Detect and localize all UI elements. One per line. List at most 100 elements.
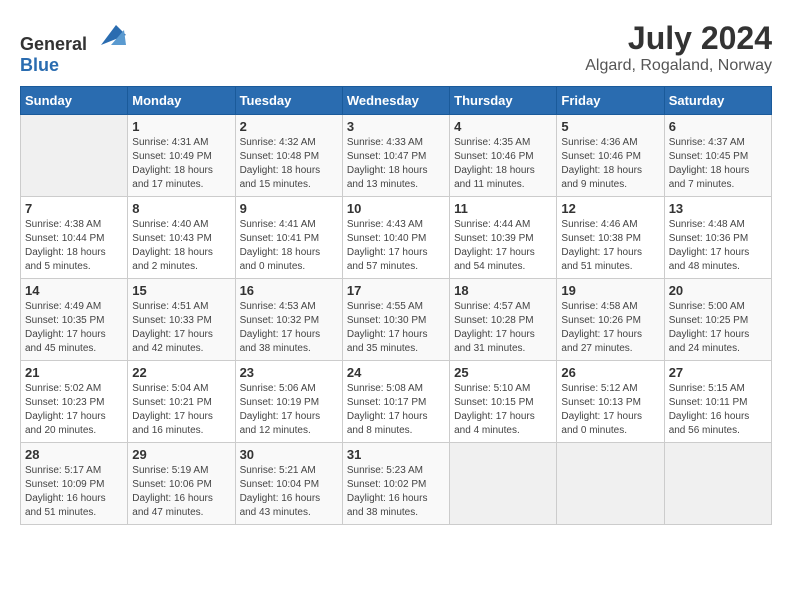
calendar-cell: 7 Sunrise: 4:38 AM Sunset: 10:44 PM Dayli… — [21, 197, 128, 279]
day-number: 9 — [240, 201, 338, 216]
calendar-cell: 11 Sunrise: 4:44 AM Sunset: 10:39 PM Dayl… — [450, 197, 557, 279]
day-number: 3 — [347, 119, 445, 134]
title-section: July 2024 Algard, Rogaland, Norway — [585, 20, 772, 75]
calendar-cell: 27 Sunrise: 5:15 AM Sunset: 10:11 PM Dayl… — [664, 361, 771, 443]
day-number: 23 — [240, 365, 338, 380]
day-info: Sunrise: 4:58 AM Sunset: 10:26 PM Daylig… — [561, 300, 659, 356]
calendar-cell: 26 Sunrise: 5:12 AM Sunset: 10:13 PM Dayl… — [557, 361, 664, 443]
day-number: 27 — [669, 365, 767, 380]
day-info: Sunrise: 4:33 AM Sunset: 10:47 PM Daylig… — [347, 136, 445, 192]
calendar-cell: 16 Sunrise: 4:53 AM Sunset: 10:32 PM Dayl… — [235, 279, 342, 361]
calendar-cell: 3 Sunrise: 4:33 AM Sunset: 10:47 PM Dayli… — [342, 115, 449, 197]
calendar-table: SundayMondayTuesdayWednesdayThursdayFrid… — [20, 86, 772, 525]
calendar-cell: 4 Sunrise: 4:35 AM Sunset: 10:46 PM Dayli… — [450, 115, 557, 197]
day-number: 5 — [561, 119, 659, 134]
day-number: 4 — [454, 119, 552, 134]
header-friday: Friday — [557, 87, 664, 115]
day-number: 21 — [25, 365, 123, 380]
day-info: Sunrise: 4:31 AM Sunset: 10:49 PM Daylig… — [132, 136, 230, 192]
day-info: Sunrise: 4:41 AM Sunset: 10:41 PM Daylig… — [240, 218, 338, 274]
day-info: Sunrise: 4:35 AM Sunset: 10:46 PM Daylig… — [454, 136, 552, 192]
calendar-cell: 21Sunrise: 5:02 AM Sunset: 10:23 PM Dayl… — [21, 361, 128, 443]
logo: General Blue — [20, 20, 126, 76]
day-info: Sunrise: 4:53 AM Sunset: 10:32 PM Daylig… — [240, 300, 338, 356]
day-info: Sunrise: 5:00 AM Sunset: 10:25 PM Daylig… — [669, 300, 767, 356]
week-row-3: 14Sunrise: 4:49 AM Sunset: 10:35 PM Dayl… — [21, 279, 772, 361]
day-number: 16 — [240, 283, 338, 298]
header-sunday: Sunday — [21, 87, 128, 115]
day-info: Sunrise: 5:15 AM Sunset: 10:11 PM Daylig… — [669, 382, 767, 438]
main-title: July 2024 — [585, 20, 772, 57]
calendar-cell: 6 Sunrise: 4:37 AM Sunset: 10:45 PM Dayli… — [664, 115, 771, 197]
day-info: Sunrise: 5:04 AM Sunset: 10:21 PM Daylig… — [132, 382, 230, 438]
day-number: 30 — [240, 447, 338, 462]
day-info: Sunrise: 4:43 AM Sunset: 10:40 PM Daylig… — [347, 218, 445, 274]
calendar-cell: 13 Sunrise: 4:48 AM Sunset: 10:36 PM Dayl… — [664, 197, 771, 279]
day-info: Sunrise: 4:38 AM Sunset: 10:44 PM Daylig… — [25, 218, 123, 274]
day-info: Sunrise: 4:51 AM Sunset: 10:33 PM Daylig… — [132, 300, 230, 356]
logo-general: General — [20, 34, 87, 54]
day-number: 17 — [347, 283, 445, 298]
day-number: 26 — [561, 365, 659, 380]
day-info: Sunrise: 5:17 AM Sunset: 10:09 PM Daylig… — [25, 464, 123, 520]
day-number: 11 — [454, 201, 552, 216]
calendar-cell: 15 Sunrise: 4:51 AM Sunset: 10:33 PM Dayl… — [128, 279, 235, 361]
calendar-cell: 29 Sunrise: 5:19 AM Sunset: 10:06 PM Dayl… — [128, 443, 235, 525]
day-info: Sunrise: 5:10 AM Sunset: 10:15 PM Daylig… — [454, 382, 552, 438]
header-thursday: Thursday — [450, 87, 557, 115]
day-number: 6 — [669, 119, 767, 134]
week-row-2: 7 Sunrise: 4:38 AM Sunset: 10:44 PM Dayli… — [21, 197, 772, 279]
calendar-cell: 31 Sunrise: 5:23 AM Sunset: 10:02 PM Dayl… — [342, 443, 449, 525]
day-info: Sunrise: 4:32 AM Sunset: 10:48 PM Daylig… — [240, 136, 338, 192]
day-number: 1 — [132, 119, 230, 134]
day-info: Sunrise: 4:44 AM Sunset: 10:39 PM Daylig… — [454, 218, 552, 274]
calendar-cell: 19Sunrise: 4:58 AM Sunset: 10:26 PM Dayl… — [557, 279, 664, 361]
calendar-cell: 20 Sunrise: 5:00 AM Sunset: 10:25 PM Dayl… — [664, 279, 771, 361]
calendar-cell — [557, 443, 664, 525]
day-number: 31 — [347, 447, 445, 462]
day-number: 28 — [25, 447, 123, 462]
day-info: Sunrise: 5:19 AM Sunset: 10:06 PM Daylig… — [132, 464, 230, 520]
day-number: 22 — [132, 365, 230, 380]
subtitle: Algard, Rogaland, Norway — [585, 57, 772, 75]
day-number: 18 — [454, 283, 552, 298]
day-info: Sunrise: 5:12 AM Sunset: 10:13 PM Daylig… — [561, 382, 659, 438]
day-number: 25 — [454, 365, 552, 380]
day-number: 15 — [132, 283, 230, 298]
calendar-cell: 8Sunrise: 4:40 AM Sunset: 10:43 PM Dayli… — [128, 197, 235, 279]
day-info: Sunrise: 4:46 AM Sunset: 10:38 PM Daylig… — [561, 218, 659, 274]
header-monday: Monday — [128, 87, 235, 115]
day-info: Sunrise: 4:57 AM Sunset: 10:28 PM Daylig… — [454, 300, 552, 356]
day-info: Sunrise: 4:55 AM Sunset: 10:30 PM Daylig… — [347, 300, 445, 356]
calendar-cell: 23 Sunrise: 5:06 AM Sunset: 10:19 PM Dayl… — [235, 361, 342, 443]
logo-icon — [96, 20, 126, 50]
header-tuesday: Tuesday — [235, 87, 342, 115]
day-number: 29 — [132, 447, 230, 462]
day-info: Sunrise: 4:40 AM Sunset: 10:43 PM Daylig… — [132, 218, 230, 274]
day-number: 20 — [669, 283, 767, 298]
calendar-cell: 25 Sunrise: 5:10 AM Sunset: 10:15 PM Dayl… — [450, 361, 557, 443]
calendar-cell: 30Sunrise: 5:21 AM Sunset: 10:04 PM Dayl… — [235, 443, 342, 525]
day-info: Sunrise: 4:48 AM Sunset: 10:36 PM Daylig… — [669, 218, 767, 274]
day-number: 2 — [240, 119, 338, 134]
header-row: SundayMondayTuesdayWednesdayThursdayFrid… — [21, 87, 772, 115]
calendar-cell: 18 Sunrise: 4:57 AM Sunset: 10:28 PM Dayl… — [450, 279, 557, 361]
calendar-cell: 10Sunrise: 4:43 AM Sunset: 10:40 PM Dayl… — [342, 197, 449, 279]
calendar-cell — [450, 443, 557, 525]
calendar-cell: 28 Sunrise: 5:17 AM Sunset: 10:09 PM Dayl… — [21, 443, 128, 525]
day-number: 7 — [25, 201, 123, 216]
day-number: 13 — [669, 201, 767, 216]
logo-text: General Blue — [20, 20, 126, 76]
day-info: Sunrise: 5:06 AM Sunset: 10:19 PM Daylig… — [240, 382, 338, 438]
day-info: Sunrise: 4:37 AM Sunset: 10:45 PM Daylig… — [669, 136, 767, 192]
logo-blue: Blue — [20, 55, 59, 75]
day-info: Sunrise: 5:23 AM Sunset: 10:02 PM Daylig… — [347, 464, 445, 520]
calendar-cell: 9 Sunrise: 4:41 AM Sunset: 10:41 PM Dayli… — [235, 197, 342, 279]
calendar-cell — [21, 115, 128, 197]
calendar-cell: 17 Sunrise: 4:55 AM Sunset: 10:30 PM Dayl… — [342, 279, 449, 361]
header: General Blue July 2024 Algard, Rogaland,… — [20, 20, 772, 76]
calendar-cell: 14Sunrise: 4:49 AM Sunset: 10:35 PM Dayl… — [21, 279, 128, 361]
header-wednesday: Wednesday — [342, 87, 449, 115]
week-row-1: 1 Sunrise: 4:31 AM Sunset: 10:49 PM Dayli… — [21, 115, 772, 197]
day-info: Sunrise: 5:08 AM Sunset: 10:17 PM Daylig… — [347, 382, 445, 438]
